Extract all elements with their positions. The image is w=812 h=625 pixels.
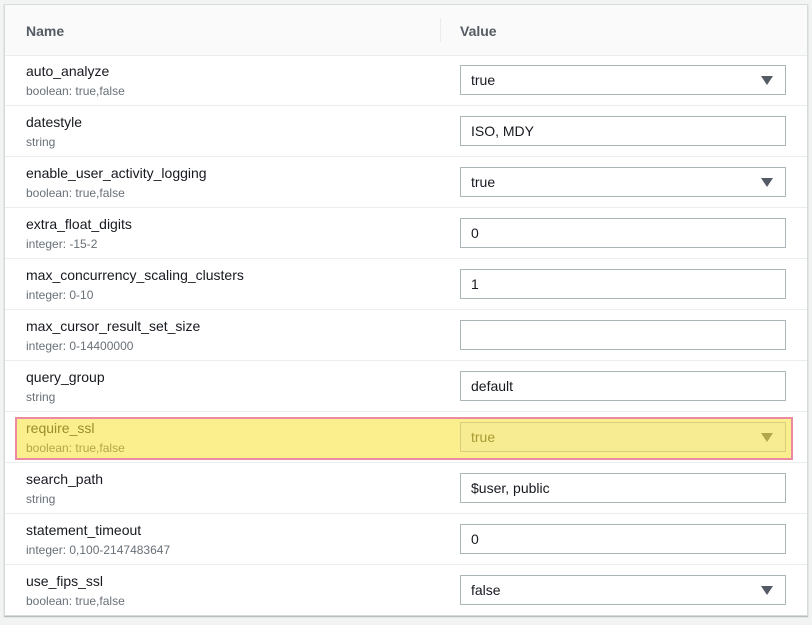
parameter-row-extra-float-digits: extra_float_digits integer: -15-2 [5,208,807,259]
column-divider [440,18,441,42]
parameters-panel: Name Value auto_analyze boolean: true,fa… [4,4,808,616]
parameter-type: integer: -15-2 [26,237,98,251]
table-header: Name Value [5,5,807,56]
parameter-name: search_path [26,471,104,487]
enable-user-activity-logging-select[interactable]: true [460,167,786,197]
parameter-type: integer: 0-10 [26,288,94,302]
column-header-value[interactable]: Value [460,23,497,39]
query-group-input[interactable] [460,371,786,401]
parameter-name: max_cursor_result_set_size [26,318,201,334]
parameter-type: boolean: true,false [26,84,125,98]
statement-timeout-input[interactable] [460,524,786,554]
parameter-row-search-path: search_path string [5,463,807,514]
parameter-type: boolean: true,false [26,594,125,608]
parameter-type: string [26,135,56,149]
select-value: false [471,582,501,598]
max-cursor-result-set-size-input[interactable] [460,320,786,350]
caret-down-icon [761,178,773,187]
select-value: true [471,174,496,190]
parameter-row-datestyle: datestyle string [5,106,807,157]
parameter-type: integer: 0-14400000 [26,339,134,353]
select-value: true [471,72,496,88]
parameter-type: integer: 0,100-2147483647 [26,543,171,557]
caret-down-icon [761,76,773,85]
parameter-type: string [26,390,56,404]
parameter-row-enable-user-activity-logging: enable_user_activity_logging boolean: tr… [5,157,807,208]
parameter-row-auto-analyze: auto_analyze boolean: true,false true [5,55,807,106]
require-ssl-select[interactable]: true [460,422,786,452]
search-path-input[interactable] [460,473,786,503]
parameter-rows: auto_analyze boolean: true,false true da… [5,55,807,616]
parameter-type: boolean: true,false [26,441,125,455]
select-value: true [471,429,496,445]
parameter-type: string [26,492,56,506]
column-header-name[interactable]: Name [26,23,64,39]
parameter-type: boolean: true,false [26,186,125,200]
parameter-row-statement-timeout: statement_timeout integer: 0,100-2147483… [5,514,807,565]
datestyle-input[interactable] [460,116,786,146]
caret-down-icon [761,586,773,595]
parameter-name: extra_float_digits [26,216,132,232]
auto-analyze-select[interactable]: true [460,65,786,95]
parameter-name: query_group [26,369,105,385]
parameter-row-max-cursor-result-set-size: max_cursor_result_set_size integer: 0-14… [5,310,807,361]
parameter-name: require_ssl [26,420,95,436]
extra-float-digits-input[interactable] [460,218,786,248]
parameter-name: max_concurrency_scaling_clusters [26,267,244,283]
parameter-row-max-concurrency-scaling-clusters: max_concurrency_scaling_clusters integer… [5,259,807,310]
parameter-name: use_fips_ssl [26,573,104,589]
parameter-name: auto_analyze [26,63,110,79]
use-fips-ssl-select[interactable]: false [460,575,786,605]
parameter-name: datestyle [26,114,83,130]
max-concurrency-scaling-clusters-input[interactable] [460,269,786,299]
parameter-row-query-group: query_group string [5,361,807,412]
caret-down-icon [761,433,773,442]
parameter-row-use-fips-ssl: use_fips_ssl boolean: true,false false [5,565,807,616]
parameter-name: enable_user_activity_logging [26,165,207,181]
parameter-name: statement_timeout [26,522,142,538]
parameter-row-require-ssl: require_ssl boolean: true,false true [5,412,807,463]
